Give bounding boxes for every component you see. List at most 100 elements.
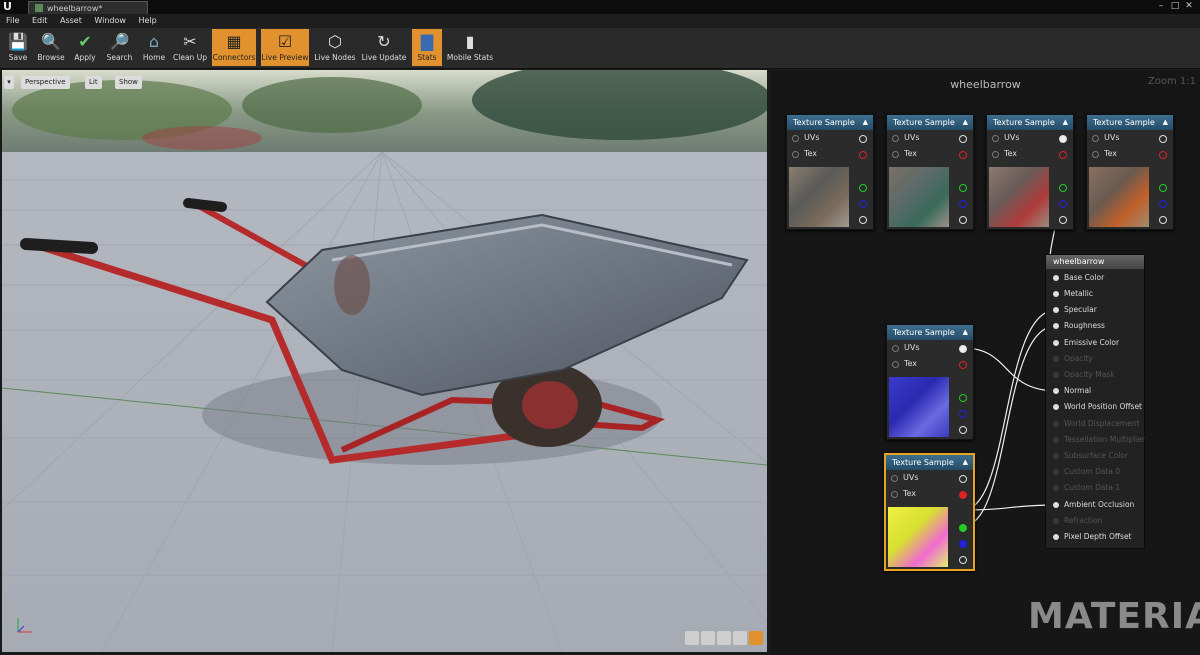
clean-up-button[interactable]: ✂ Clean Up xyxy=(171,29,209,66)
collapse-icon[interactable]: ▲ xyxy=(963,325,968,340)
stats-label: Stats xyxy=(417,53,437,62)
live-nodes-button[interactable]: ⬡ Live Nodes xyxy=(314,29,356,66)
toolbar: 💾 Save 🔍 Browse ✔ Apply 🔎 Search ⌂ Home ✂ Clea… xyxy=(0,28,1200,69)
b-output-pin[interactable] xyxy=(959,200,967,208)
texture-sample-node[interactable]: Texture Sample ▲ UVs Tex xyxy=(1086,114,1174,230)
texture-sample-node[interactable]: Texture Sample ▲ UVs Tex xyxy=(986,114,1074,230)
b-output-pin[interactable] xyxy=(1159,200,1167,208)
material-result-node[interactable]: wheelbarrow Base Color Metallic Specular… xyxy=(1045,254,1145,549)
pixel-depth-offset-label: Pixel Depth Offset xyxy=(1064,532,1132,541)
g-output-pin[interactable] xyxy=(959,394,967,402)
texture-sample-node[interactable]: Texture Sample ▲ UVs Tex xyxy=(786,114,874,230)
close-icon[interactable]: ✕ xyxy=(1182,1,1196,11)
r-output-pin[interactable] xyxy=(859,151,867,159)
node-title: Texture Sample xyxy=(893,118,955,127)
g-output-pin[interactable] xyxy=(959,524,967,532)
b-output-pin[interactable] xyxy=(1059,200,1067,208)
menu-asset[interactable]: Asset xyxy=(60,14,82,28)
texture-sample-node[interactable]: Texture Sample ▲ UVs Tex xyxy=(886,114,974,230)
rgb-output-pin[interactable] xyxy=(1059,135,1067,143)
search-icon: 🔎 xyxy=(109,32,130,51)
maximize-icon[interactable]: □ xyxy=(1168,1,1182,11)
r-output-pin[interactable] xyxy=(959,361,967,369)
show-button[interactable]: Show xyxy=(115,76,142,89)
menu-edit[interactable]: Edit xyxy=(32,14,48,28)
tessellation-multiplier-label: Tessellation Multiplier xyxy=(1064,435,1145,444)
plane-preview-icon[interactable] xyxy=(717,631,731,645)
rgb-output-pin[interactable] xyxy=(959,475,967,483)
viewport-options-button[interactable]: ▾ xyxy=(4,76,14,89)
custom-data-1-label: Custom Data 1 xyxy=(1064,483,1121,492)
axis-gizmo-icon xyxy=(17,618,32,633)
collapse-icon[interactable]: ▲ xyxy=(963,455,968,470)
sphere-preview-icon[interactable] xyxy=(701,631,715,645)
connectors-button[interactable]: ▦ Connectors xyxy=(212,29,256,66)
save-icon: 💾 xyxy=(8,32,28,51)
chevron-down-icon: ▾ xyxy=(7,78,11,86)
save-label: Save xyxy=(8,53,28,62)
stats-icon: ▇ xyxy=(420,32,434,51)
rgb-output-pin[interactable] xyxy=(1159,135,1167,143)
collapse-icon[interactable]: ▲ xyxy=(1063,115,1068,130)
collapse-icon[interactable]: ▲ xyxy=(1163,115,1168,130)
a-output-pin[interactable] xyxy=(959,556,967,564)
texture-thumbnail xyxy=(888,507,948,567)
menu-bar: File Edit Asset Window Help xyxy=(0,14,1200,28)
a-output-pin[interactable] xyxy=(1059,216,1067,224)
texture-sample-node[interactable]: Texture Sample ▲ UVs Tex xyxy=(886,324,974,440)
cube-preview-icon[interactable] xyxy=(733,631,747,645)
b-output-pin[interactable] xyxy=(959,540,967,548)
save-button[interactable]: 💾 Save xyxy=(3,29,33,66)
menu-help[interactable]: Help xyxy=(139,14,157,28)
collapse-icon[interactable]: ▲ xyxy=(963,115,968,130)
g-output-pin[interactable] xyxy=(859,184,867,192)
document-tab-label: wheelbarrow* xyxy=(47,4,103,13)
a-output-pin[interactable] xyxy=(1159,216,1167,224)
collapse-icon[interactable]: ▲ xyxy=(863,115,868,130)
tex-pin-label: Tex xyxy=(903,489,917,498)
search-button[interactable]: 🔎 Search xyxy=(103,29,136,66)
a-output-pin[interactable] xyxy=(859,216,867,224)
perspective-button[interactable]: Perspective xyxy=(21,76,70,89)
live-preview-button[interactable]: ☑ Live Preview xyxy=(261,29,309,66)
uvs-pin-label: UVs xyxy=(1104,133,1120,142)
browse-button[interactable]: 🔍 Browse xyxy=(35,29,67,66)
menu-file[interactable]: File xyxy=(6,14,19,28)
g-output-pin[interactable] xyxy=(1059,184,1067,192)
home-button[interactable]: ⌂ Home xyxy=(140,29,168,66)
g-output-pin[interactable] xyxy=(959,184,967,192)
live-update-icon: ↻ xyxy=(377,32,391,51)
menu-window[interactable]: Window xyxy=(94,14,126,28)
r-output-pin[interactable] xyxy=(1059,151,1067,159)
minimize-icon[interactable]: – xyxy=(1154,1,1168,11)
r-output-pin[interactable] xyxy=(1159,151,1167,159)
apply-button[interactable]: ✔ Apply xyxy=(70,29,100,66)
a-output-pin[interactable] xyxy=(959,216,967,224)
stats-button[interactable]: ▇ Stats xyxy=(412,29,442,66)
show-label: Show xyxy=(119,78,138,86)
rgb-output-pin[interactable] xyxy=(959,345,967,353)
tex-pin-label: Tex xyxy=(904,359,918,368)
b-output-pin[interactable] xyxy=(859,200,867,208)
texture-sample-node-selected[interactable]: Texture Sample ▲ UVs Tex xyxy=(884,453,975,571)
cylinder-preview-icon[interactable] xyxy=(685,631,699,645)
rgb-output-pin[interactable] xyxy=(959,135,967,143)
preview-viewport[interactable]: ▾ Perspective Lit Show xyxy=(2,70,767,652)
r-output-pin[interactable] xyxy=(959,491,967,499)
mobile-stats-button[interactable]: ▮ Mobile Stats xyxy=(446,29,494,66)
node-title: Texture Sample xyxy=(893,328,955,337)
lit-button[interactable]: Lit xyxy=(85,76,102,89)
mesh-preview-icon[interactable] xyxy=(749,631,763,645)
texture-thumbnail xyxy=(889,167,949,227)
a-output-pin[interactable] xyxy=(959,426,967,434)
b-output-pin[interactable] xyxy=(959,410,967,418)
material-graph[interactable]: wheelbarrow Zoom 1:1 Texture Sample ▲ UVs… xyxy=(771,70,1200,655)
r-output-pin[interactable] xyxy=(959,151,967,159)
browse-label: Browse xyxy=(37,53,65,62)
uvs-pin-label: UVs xyxy=(904,343,920,352)
document-tab[interactable]: wheelbarrow* xyxy=(28,1,148,15)
live-update-button[interactable]: ↻ Live Update xyxy=(361,29,407,66)
g-output-pin[interactable] xyxy=(1159,184,1167,192)
live-preview-label: Live Preview xyxy=(261,53,309,62)
rgb-output-pin[interactable] xyxy=(859,135,867,143)
